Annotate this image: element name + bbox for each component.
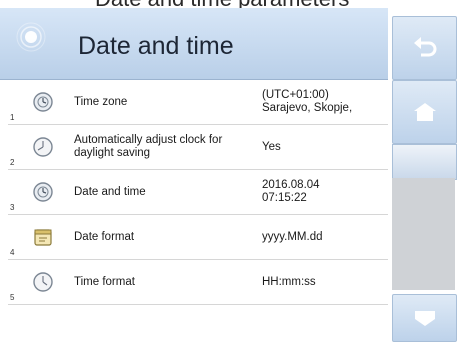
- list-item-date-format[interactable]: 4 Date format yyyy.MM.dd: [8, 215, 388, 260]
- row-label: Automatically adjust clock for daylight …: [74, 134, 223, 159]
- undo-arrow-icon: [413, 37, 436, 57]
- scroll-thumb[interactable]: [392, 144, 457, 180]
- globe-clock-icon: [33, 182, 53, 202]
- list-item-date-and-time[interactable]: 3 Date and time 2016.08.04 07:15:22: [8, 170, 388, 215]
- scroll-down-button[interactable]: [392, 294, 457, 342]
- list-item-daylight-saving[interactable]: 2 Automatically adjust clock for dayligh…: [8, 125, 388, 170]
- row-label: Date and time: [74, 185, 146, 198]
- header-bar: Date and time: [0, 8, 388, 80]
- scroll-track[interactable]: [392, 178, 455, 290]
- row-index: 4: [10, 248, 15, 257]
- home-button[interactable]: [392, 80, 457, 144]
- home-icon: [413, 103, 436, 121]
- row-value: HH:mm:ss: [262, 275, 316, 288]
- back-button[interactable]: [392, 16, 457, 80]
- row-label: Time zone: [74, 95, 128, 108]
- row-value: (UTC+01:00) Sarajevo, Skopje,: [262, 89, 353, 114]
- row-value: yyyy.MM.dd: [262, 230, 323, 243]
- clock-icon: [33, 137, 53, 157]
- clipped-top-text: Date and time parameters: [0, 0, 457, 8]
- list-item-time-format[interactable]: 5 Time format HH:mm:ss: [8, 260, 388, 305]
- row-index: 3: [10, 203, 15, 212]
- settings-list: 1 Time zone (UTC+01:00) Sarajevo, Skopje…: [0, 80, 388, 342]
- row-index: 1: [10, 113, 15, 122]
- clock-icon: [33, 272, 53, 292]
- sidebar: [390, 8, 457, 342]
- row-label: Time format: [74, 275, 135, 288]
- row-value: 2016.08.04 07:15:22: [262, 179, 320, 204]
- page-title: Date and time: [78, 32, 234, 60]
- globe-clock-icon: [33, 92, 53, 112]
- list-item-time-zone[interactable]: 1 Time zone (UTC+01:00) Sarajevo, Skopje…: [8, 80, 388, 125]
- row-value: Yes: [262, 140, 281, 153]
- app-logo-icon: [16, 22, 46, 52]
- calendar-icon: [34, 229, 52, 246]
- chevron-down-icon: [414, 311, 435, 326]
- clipped-top-label: Date and time parameters: [95, 0, 349, 8]
- row-index: 5: [10, 293, 15, 302]
- row-label: Date format: [74, 230, 135, 243]
- row-index: 2: [10, 158, 15, 167]
